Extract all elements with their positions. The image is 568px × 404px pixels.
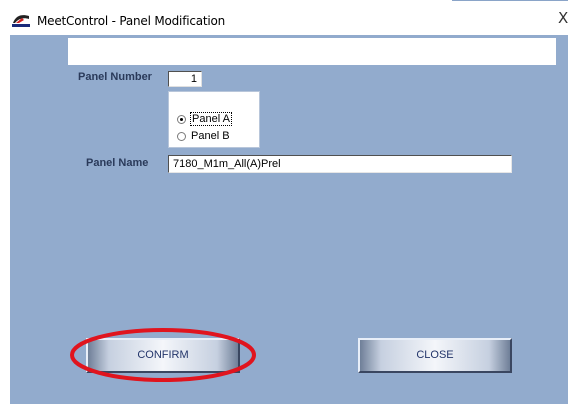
title-bar-divider xyxy=(452,0,568,1)
radio-label-panel-a: Panel A xyxy=(190,112,232,126)
radio-selected-icon[interactable] xyxy=(177,114,186,124)
close-button[interactable]: CLOSE xyxy=(358,338,512,373)
radio-unselected-icon[interactable] xyxy=(177,131,186,141)
panel-number-label: Panel Number xyxy=(78,71,152,83)
radio-option-panel-a[interactable]: Panel A xyxy=(177,112,232,126)
panel-radio-group: Panel A Panel B xyxy=(168,91,260,148)
panel-name-label: Panel Name xyxy=(86,157,149,169)
title-bar: MeetControl - Panel Modification X xyxy=(0,0,568,35)
app-icon xyxy=(12,15,30,27)
window-left-edge xyxy=(0,35,10,404)
radio-option-panel-b[interactable]: Panel B xyxy=(177,130,230,142)
radio-label-panel-b: Panel B xyxy=(191,130,230,142)
window-close-button[interactable]: X xyxy=(558,11,568,26)
window-title: MeetControl - Panel Modification xyxy=(37,14,226,28)
confirm-button[interactable]: CONFIRM xyxy=(86,338,240,373)
panel-name-field[interactable]: 7180_M1m_All(A)Prel xyxy=(168,155,512,173)
panel-number-field[interactable]: 1 xyxy=(168,71,202,87)
header-banner xyxy=(68,38,556,65)
